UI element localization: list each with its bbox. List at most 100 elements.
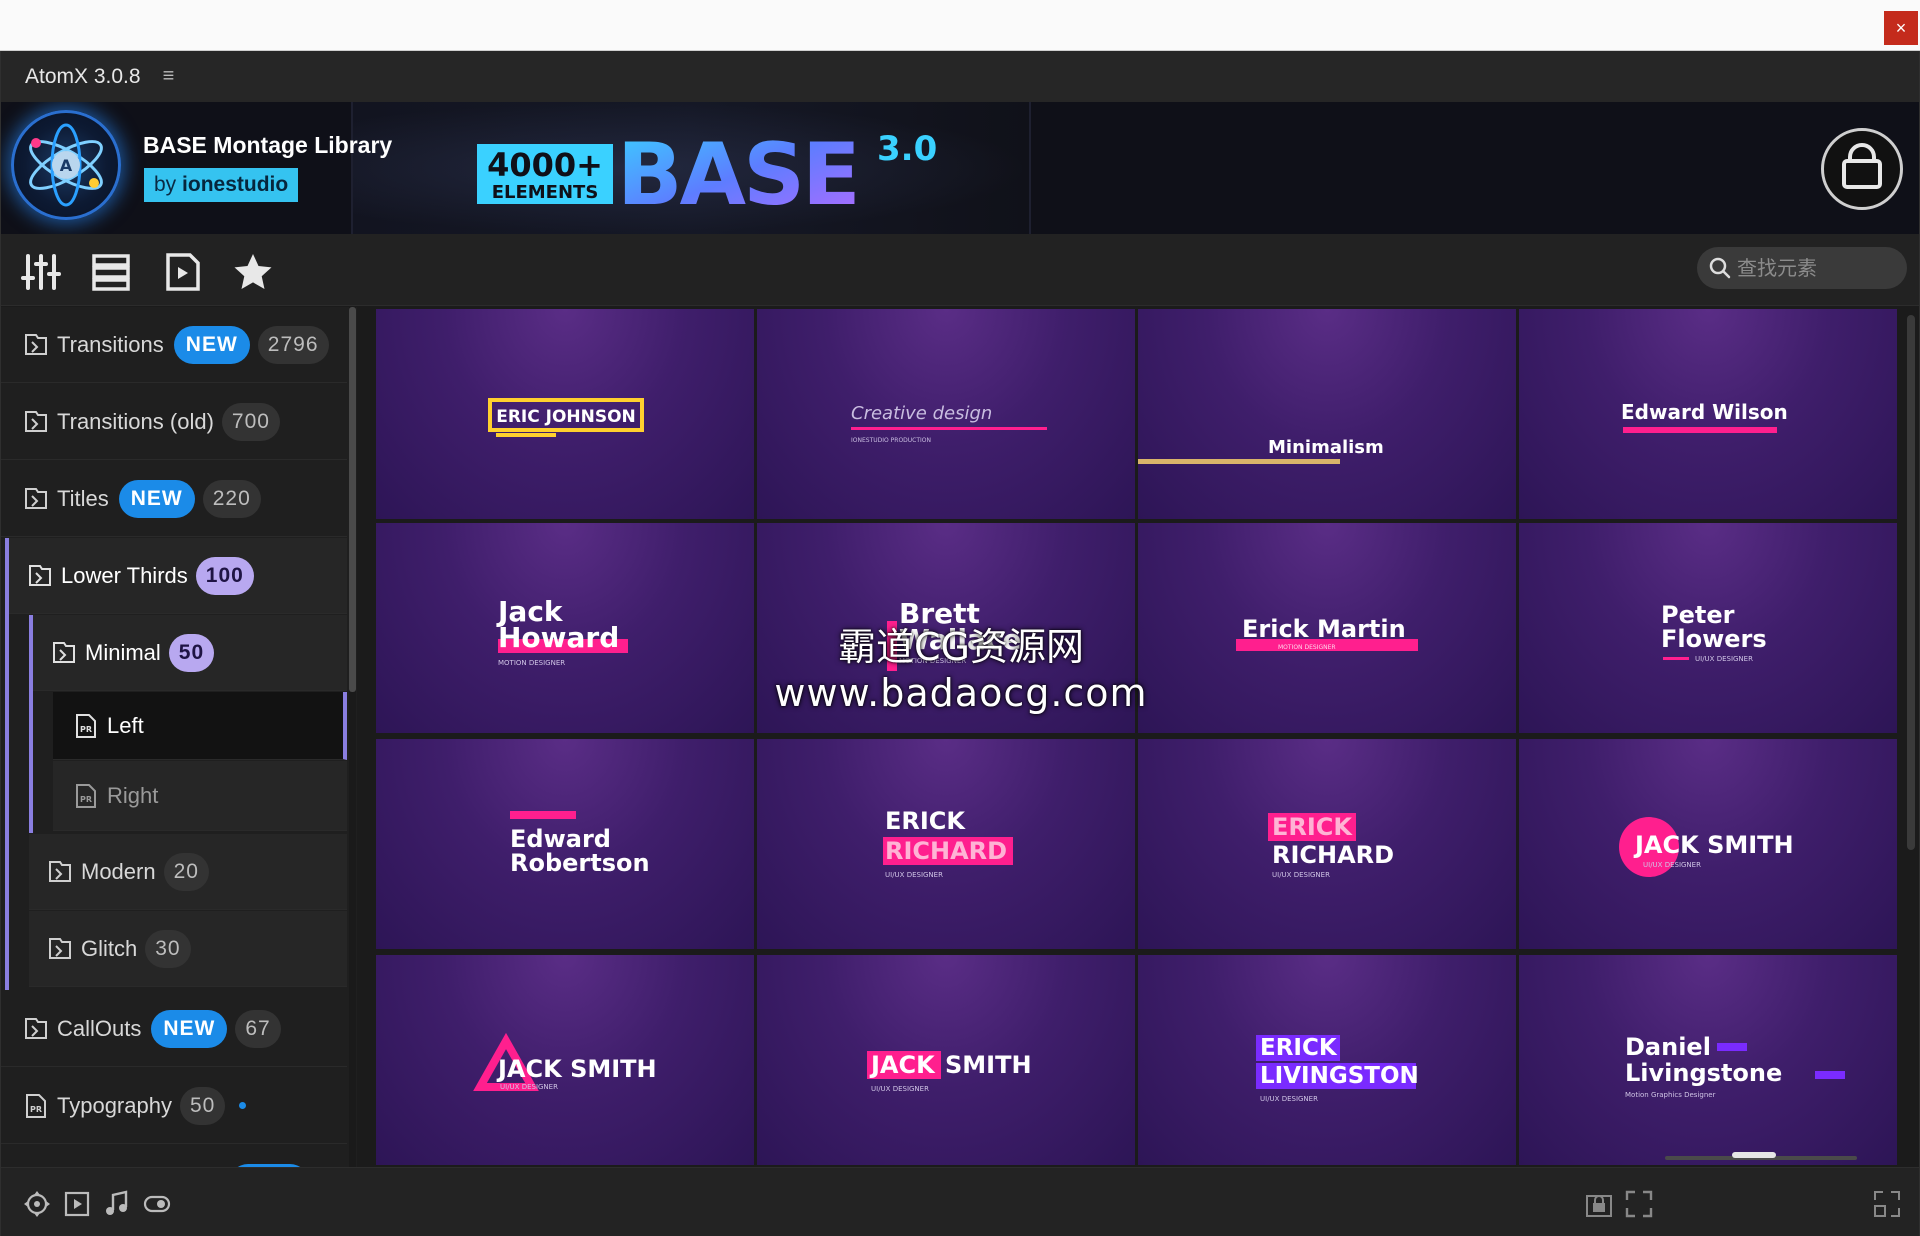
svg-text:Minimalism: Minimalism xyxy=(1268,437,1384,458)
shop-button[interactable] xyxy=(1821,128,1903,210)
category-sidebar: Transitions NEW 2796 Transitions (old) 7… xyxy=(1,307,357,1167)
sidebar-scrollbar[interactable] xyxy=(349,307,356,1167)
lock-icon[interactable] xyxy=(1585,1190,1613,1218)
panel-title-row: AtomX 3.0.8 ≡ xyxy=(1,51,1919,102)
sidebar-item-titles[interactable]: Titles NEW 220 xyxy=(1,461,347,537)
folder-icon xyxy=(23,409,49,435)
preset-card[interactable]: ERIC JOHNSON xyxy=(376,309,754,519)
grid-scrollbar[interactable] xyxy=(1907,307,1915,1167)
preset-card[interactable]: JACK SMITH UI/UX DESIGNER xyxy=(757,955,1135,1165)
preset-card[interactable]: Creative design IONESTUDIO PRODUCTION xyxy=(757,309,1135,519)
sidebar-item-minimal[interactable]: Minimal 50 xyxy=(33,615,347,691)
sidebar-item-label: Lower Thirds xyxy=(61,562,188,588)
count-badge: 700 xyxy=(221,402,280,441)
preset-card[interactable]: JACK SMITH UI/UX DESIGNER xyxy=(376,955,754,1165)
preset-grid: ERIC JOHNSON Creative design IONESTUDIO … xyxy=(373,307,1901,1167)
folder-icon xyxy=(51,640,77,666)
sidebar-item-typography[interactable]: PR Typography 50 xyxy=(1,1068,347,1144)
sidebar-item-transitions[interactable]: Transitions NEW 2796 xyxy=(1,307,347,383)
svg-text:UI/UX DESIGNER: UI/UX DESIGNER xyxy=(871,1085,929,1093)
svg-text:Edward Wilson: Edward Wilson xyxy=(1621,400,1788,424)
sidebar-item-label: Minimal xyxy=(85,639,161,665)
library-name: BASE Montage Library xyxy=(143,132,393,158)
preset-card[interactable]: ERICK RICHARD UI/UX DESIGNER xyxy=(757,739,1135,949)
count-badge: 2796 xyxy=(257,325,329,364)
atomx-panel: AtomX 3.0.8 ≡ A BASE Montage Library by … xyxy=(0,51,1920,1236)
grid-scroll-thumb[interactable] xyxy=(1907,315,1915,850)
svg-text:ERICK: ERICK xyxy=(1260,1035,1338,1061)
sidebar-item-transitions-old[interactable]: Transitions (old) 700 xyxy=(1,384,347,460)
preset-card[interactable]: ERICK RICHARD UI/UX DESIGNER xyxy=(1138,739,1516,949)
sidebar-item-right[interactable]: PR Right xyxy=(53,761,347,831)
preset-card[interactable]: Daniel Livingstone Motion Graphics Desig… xyxy=(1519,955,1897,1165)
zoom-slider[interactable] xyxy=(1665,1152,1857,1160)
preset-card[interactable]: Jack Howard MOTION DESIGNER xyxy=(376,523,754,733)
search-box[interactable] xyxy=(1697,247,1907,289)
preset-card[interactable]: Edward Wilson xyxy=(1519,309,1897,519)
play-icon[interactable] xyxy=(63,1190,91,1218)
svg-text:BASE: BASE xyxy=(617,125,858,212)
sidebar-item-partial[interactable] xyxy=(1,1145,347,1167)
svg-text:PR: PR xyxy=(80,725,92,734)
folder-icon xyxy=(47,859,73,885)
preset-card[interactable]: Brett Wallace MOTION DESIGNER xyxy=(757,523,1135,733)
sidebar-item-modern[interactable]: Modern 20 xyxy=(29,834,347,910)
card-preview: Edward Wilson xyxy=(1621,400,1788,433)
sidebar-item-callouts[interactable]: CallOuts NEW 67 xyxy=(1,991,347,1067)
count-badge: 20 xyxy=(163,852,209,891)
card-preview: ERICK RICHARD UI/UX DESIGNER xyxy=(883,807,1013,879)
card-preview: ERICK RICHARD UI/UX DESIGNER xyxy=(1268,813,1394,879)
svg-text:UI/UX DESIGNER: UI/UX DESIGNER xyxy=(885,871,943,879)
svg-text:Daniel: Daniel xyxy=(1625,1033,1711,1061)
hamburger-icon[interactable]: ≡ xyxy=(163,65,175,88)
svg-text:RICHARD: RICHARD xyxy=(885,837,1007,865)
svg-text:SMITH: SMITH xyxy=(945,1051,1032,1079)
expand-icon[interactable] xyxy=(1873,1190,1901,1218)
sidebar-item-label: Right xyxy=(107,782,159,808)
folder-icon xyxy=(23,1016,49,1042)
author-tag[interactable]: by ionestudio xyxy=(144,168,299,202)
svg-text:JACK SMITH: JACK SMITH xyxy=(1633,831,1794,859)
preset-file-icon: PR xyxy=(23,1093,49,1119)
preset-card[interactable]: Minimalism xyxy=(1138,309,1516,519)
window-close-button[interactable]: × xyxy=(1884,11,1918,45)
preset-card[interactable]: Edward Robertson xyxy=(376,739,754,949)
star-icon[interactable] xyxy=(233,252,273,292)
move-icon[interactable] xyxy=(23,1190,51,1218)
sidebar-item-glitch[interactable]: Glitch 30 xyxy=(29,911,347,987)
sidebar-scroll-thumb[interactable] xyxy=(349,307,356,692)
sliders-icon[interactable] xyxy=(21,252,61,292)
card-preview: Daniel Livingstone Motion Graphics Desig… xyxy=(1625,1033,1845,1099)
svg-text:MOTION DESIGNER: MOTION DESIGNER xyxy=(498,659,565,667)
count-badge: 100 xyxy=(195,556,254,595)
card-preview: Erick Martin MOTION DESIGNER xyxy=(1236,615,1418,651)
count-badge: 220 xyxy=(202,479,261,518)
svg-text:3.0: 3.0 xyxy=(877,129,937,169)
music-icon[interactable] xyxy=(103,1190,131,1218)
svg-text:Livingstone: Livingstone xyxy=(1625,1059,1782,1087)
card-preview: Edward Robertson xyxy=(510,811,650,877)
toggle-icon[interactable] xyxy=(143,1190,171,1218)
preset-file-icon: PR xyxy=(73,783,99,809)
svg-text:Flowers: Flowers xyxy=(1661,625,1767,653)
svg-text:UI/UX DESIGNER: UI/UX DESIGNER xyxy=(500,1083,558,1091)
preset-card[interactable]: Peter Flowers UI/UX DESIGNER xyxy=(1519,523,1897,733)
preset-card[interactable]: ERICK LIVINGSTON UI/UX DESIGNER xyxy=(1138,955,1516,1165)
zoom-slider-handle[interactable] xyxy=(1732,1152,1776,1158)
svg-text:RICHARD: RICHARD xyxy=(1272,841,1394,869)
search-input[interactable] xyxy=(1737,256,1897,280)
preset-card[interactable]: Erick Martin MOTION DESIGNER xyxy=(1138,523,1516,733)
fullscreen-icon[interactable] xyxy=(1625,1190,1653,1218)
sidebar-item-left[interactable]: PR Left xyxy=(53,692,347,760)
library-banner: A BASE Montage Library by ionestudio 400… xyxy=(1,102,1919,234)
card-preview: ERICK LIVINGSTON UI/UX DESIGNER xyxy=(1256,1035,1419,1103)
system-title-bar: × xyxy=(0,0,1920,51)
video-file-icon[interactable] xyxy=(163,252,203,292)
card-preview: JACK SMITH UI/UX DESIGNER xyxy=(867,1051,1032,1093)
new-badge: NEW xyxy=(118,479,195,518)
svg-text:UI/UX DESIGNER: UI/UX DESIGNER xyxy=(1260,1095,1318,1103)
sidebar-item-lower-thirds[interactable]: Lower Thirds 100 xyxy=(9,538,347,614)
preset-card[interactable]: JACK SMITH UI/UX DESIGNER xyxy=(1519,739,1897,949)
svg-text:ERIC JOHNSON: ERIC JOHNSON xyxy=(496,407,636,427)
list-icon[interactable] xyxy=(91,252,131,292)
